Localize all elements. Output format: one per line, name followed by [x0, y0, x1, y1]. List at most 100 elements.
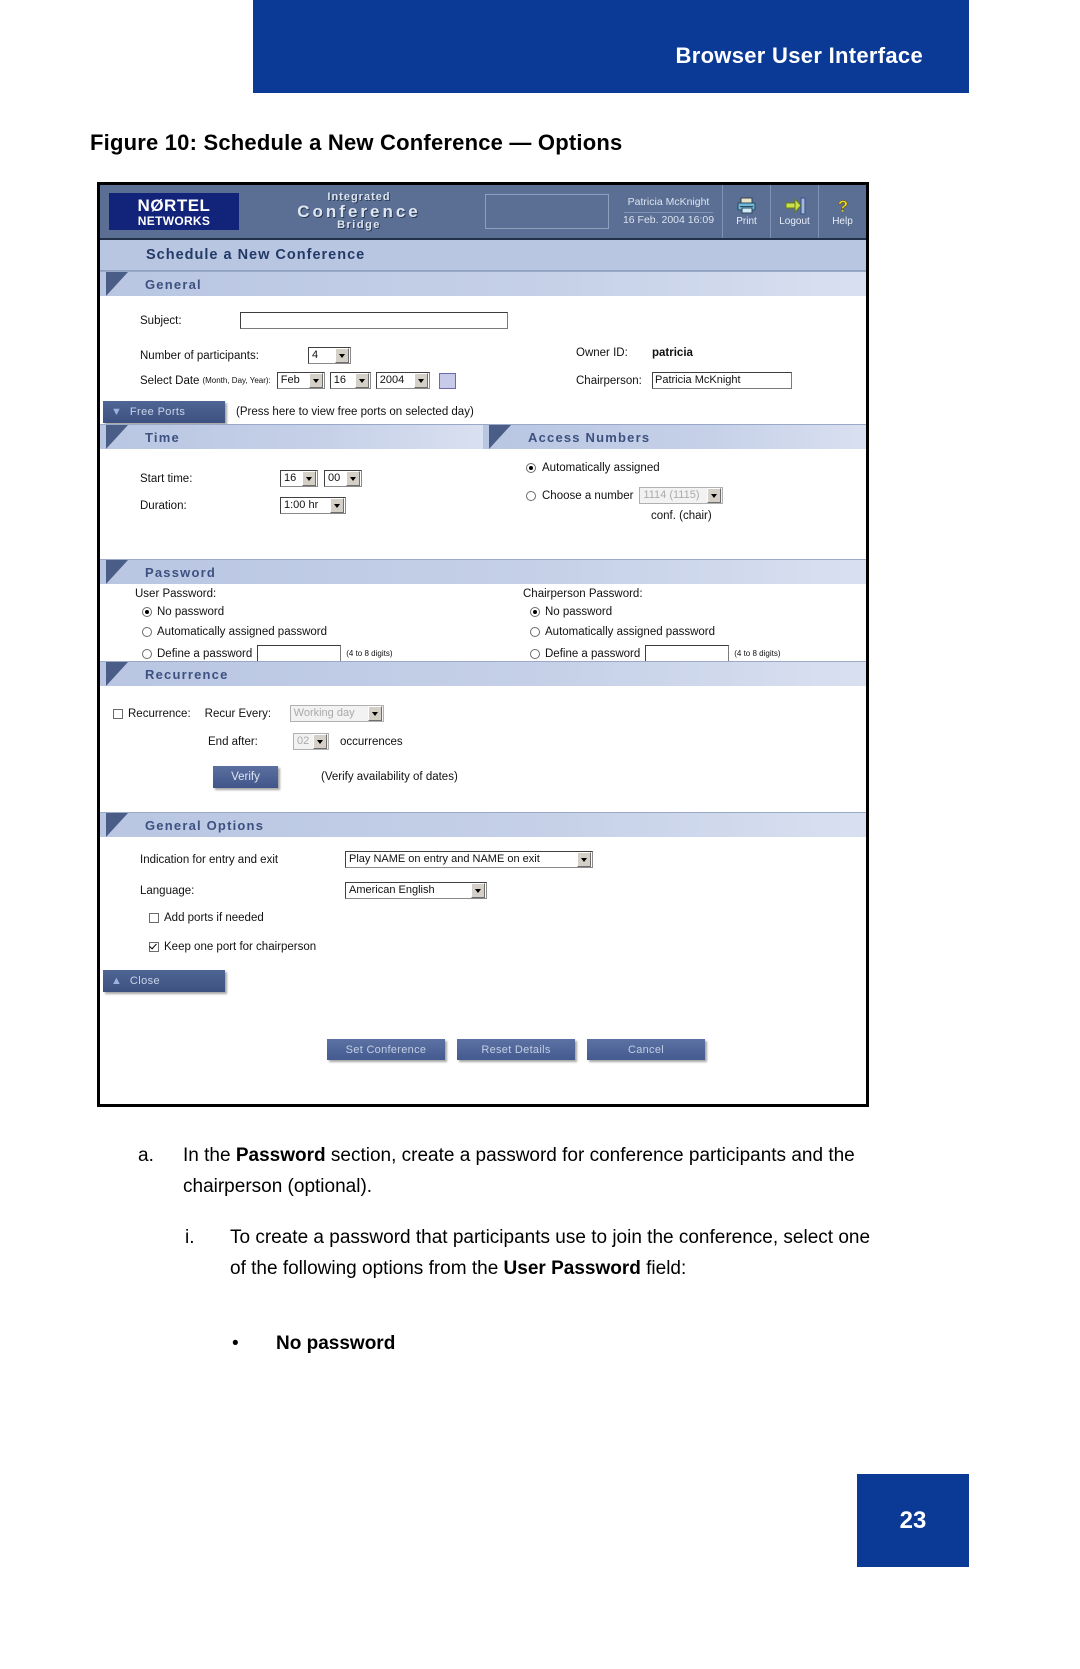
general-section-body: Subject: Number of participants: 4 Selec…: [100, 296, 866, 424]
svg-text:?: ?: [837, 197, 847, 215]
chair-password-define-option[interactable]: Define a password (4 to 8 digits): [530, 645, 781, 662]
participants-value: 4: [312, 349, 319, 361]
product-line-2: Conference: [297, 201, 421, 221]
access-choose-option[interactable]: Choose a number 1114 (1115): [526, 487, 724, 504]
nortel-logo: NØRTEL NETWORKS: [109, 193, 239, 230]
user-password-input[interactable]: [257, 645, 342, 662]
print-button[interactable]: Print: [723, 185, 771, 238]
chevron-down-icon: [346, 471, 360, 486]
logout-label: Logout: [779, 215, 810, 227]
chevron-up-icon: ▲: [111, 974, 122, 987]
section-header-password: Password: [100, 559, 866, 584]
checkbox-keep-port[interactable]: [149, 942, 159, 952]
radio-chair-auto-password[interactable]: [530, 627, 540, 637]
product-line-3: Bridge: [337, 219, 381, 232]
radio-user-no-password[interactable]: [142, 607, 152, 617]
user-password-no-option[interactable]: No password: [142, 606, 224, 618]
day-select[interactable]: 16: [329, 372, 371, 389]
free-ports-hint: (Press here to view free ports on select…: [236, 406, 474, 418]
time-access-section-body: Start time: 16 00 Duration: 1:00 hr Auto…: [100, 449, 866, 559]
user-no-password-label: No password: [157, 606, 225, 618]
user-password-define-option[interactable]: Define a password (4 to 8 digits): [142, 645, 393, 662]
instruction-a-text: In the Password section, create a passwo…: [183, 1140, 878, 1202]
duration-select[interactable]: 1:00 hr: [280, 497, 346, 514]
checkbox-recurrence[interactable]: [113, 708, 123, 719]
help-button[interactable]: ? Help: [819, 185, 866, 238]
participants-label: Number of participants:: [140, 349, 259, 362]
subject-input[interactable]: [240, 312, 508, 329]
language-select[interactable]: American English: [345, 882, 487, 899]
end-after-label: End after:: [208, 735, 258, 748]
add-ports-row[interactable]: Add ports if needed: [149, 912, 264, 924]
chair-password-input[interactable]: [645, 645, 730, 662]
logo-wordmark: NØRTEL: [137, 195, 211, 215]
recurrence-section-body: Recurrence: Recur Every: Working day End…: [100, 686, 866, 812]
select-date-hint: (Month, Day, Year):: [202, 376, 271, 385]
month-value: Feb: [280, 374, 300, 386]
logout-button[interactable]: Logout: [771, 185, 819, 238]
help-label: Help: [832, 215, 853, 227]
bullet-text: No password: [276, 1333, 396, 1354]
select-date-label: Select Date: [140, 374, 200, 387]
logout-icon: [784, 197, 806, 215]
user-info: Patricia McKnight 16 Feb. 2004 16:09: [615, 185, 723, 238]
access-auto-option[interactable]: Automatically assigned: [526, 462, 660, 474]
list-marker-i: i.: [185, 1227, 195, 1248]
end-after-select[interactable]: 02: [293, 733, 329, 750]
reset-details-button[interactable]: Reset Details: [457, 1039, 575, 1060]
list-marker-a: a.: [138, 1145, 154, 1166]
month-select[interactable]: Feb: [276, 372, 325, 389]
chair-password-no-option[interactable]: No password: [530, 606, 612, 618]
chevron-down-icon: [354, 373, 369, 388]
start-time-label: Start time:: [140, 472, 193, 485]
access-choose-label: Choose a number: [542, 489, 634, 502]
access-number-select[interactable]: 1114 (1115): [639, 487, 724, 504]
radio-user-define-password[interactable]: [142, 648, 152, 659]
indication-select[interactable]: Play NAME on entry and NAME on exit: [345, 851, 593, 868]
radio-user-auto-password[interactable]: [142, 627, 152, 637]
keep-port-row[interactable]: Keep one port for chairperson: [149, 941, 316, 953]
start-minute-select[interactable]: 00: [324, 470, 362, 487]
chevron-down-icon: [577, 852, 591, 867]
calendar-icon[interactable]: [438, 372, 456, 389]
chair-password-auto-option[interactable]: Automatically assigned password: [530, 626, 715, 638]
start-hour-select[interactable]: 16: [280, 470, 318, 487]
chair-define-password-label: Define a password: [545, 647, 641, 660]
radio-chair-no-password[interactable]: [530, 607, 540, 617]
user-password-auto-option[interactable]: Automatically assigned password: [142, 626, 327, 638]
page-number: 23: [857, 1474, 969, 1567]
chair-password-digits-hint: (4 to 8 digits): [734, 649, 781, 658]
verify-button[interactable]: Verify: [213, 766, 278, 788]
close-button[interactable]: ▲ Close: [103, 970, 225, 992]
cancel-button[interactable]: Cancel: [587, 1039, 705, 1060]
section-triangle-icon: [489, 425, 511, 449]
chevron-down-icon: [313, 734, 327, 749]
participants-select[interactable]: 4: [308, 347, 351, 364]
footer-button-bar: Set Conference Reset Details Cancel: [100, 1018, 866, 1082]
access-auto-label: Automatically assigned: [542, 462, 660, 474]
user-define-password-label: Define a password: [157, 647, 253, 660]
instruction-i-bold-1: User Password: [503, 1258, 641, 1279]
instruction-a-bold-1: Password: [235, 1145, 326, 1166]
access-sub-label: conf. (chair): [651, 510, 712, 522]
chevron-down-icon: [302, 471, 316, 486]
user-password-digits-hint: (4 to 8 digits): [346, 649, 393, 658]
chairperson-input[interactable]: Patricia McKnight: [652, 372, 792, 389]
radio-auto-assigned[interactable]: [526, 463, 536, 473]
free-ports-button[interactable]: ▼ Free Ports: [103, 401, 225, 423]
checkbox-add-ports[interactable]: [149, 913, 159, 923]
recurrence-checkbox-row[interactable]: Recurrence: Recur Every: Working day: [113, 705, 384, 722]
free-ports-label: Free Ports: [129, 406, 186, 418]
year-select[interactable]: 2004: [375, 372, 430, 389]
recur-every-select[interactable]: Working day: [289, 705, 384, 722]
timestamp: 16 Feb. 2004 16:09: [622, 213, 715, 226]
set-conference-button[interactable]: Set Conference: [327, 1039, 445, 1060]
radio-choose-number[interactable]: [526, 490, 536, 501]
verify-label: Verify: [231, 771, 260, 783]
chevron-down-icon: [471, 883, 485, 898]
access-number-value: 1114 (1115): [643, 489, 700, 501]
reset-details-label: Reset Details: [481, 1043, 551, 1056]
chevron-down-icon: ▼: [111, 405, 122, 418]
radio-chair-define-password[interactable]: [530, 648, 540, 659]
end-after-value: 02: [297, 735, 310, 747]
